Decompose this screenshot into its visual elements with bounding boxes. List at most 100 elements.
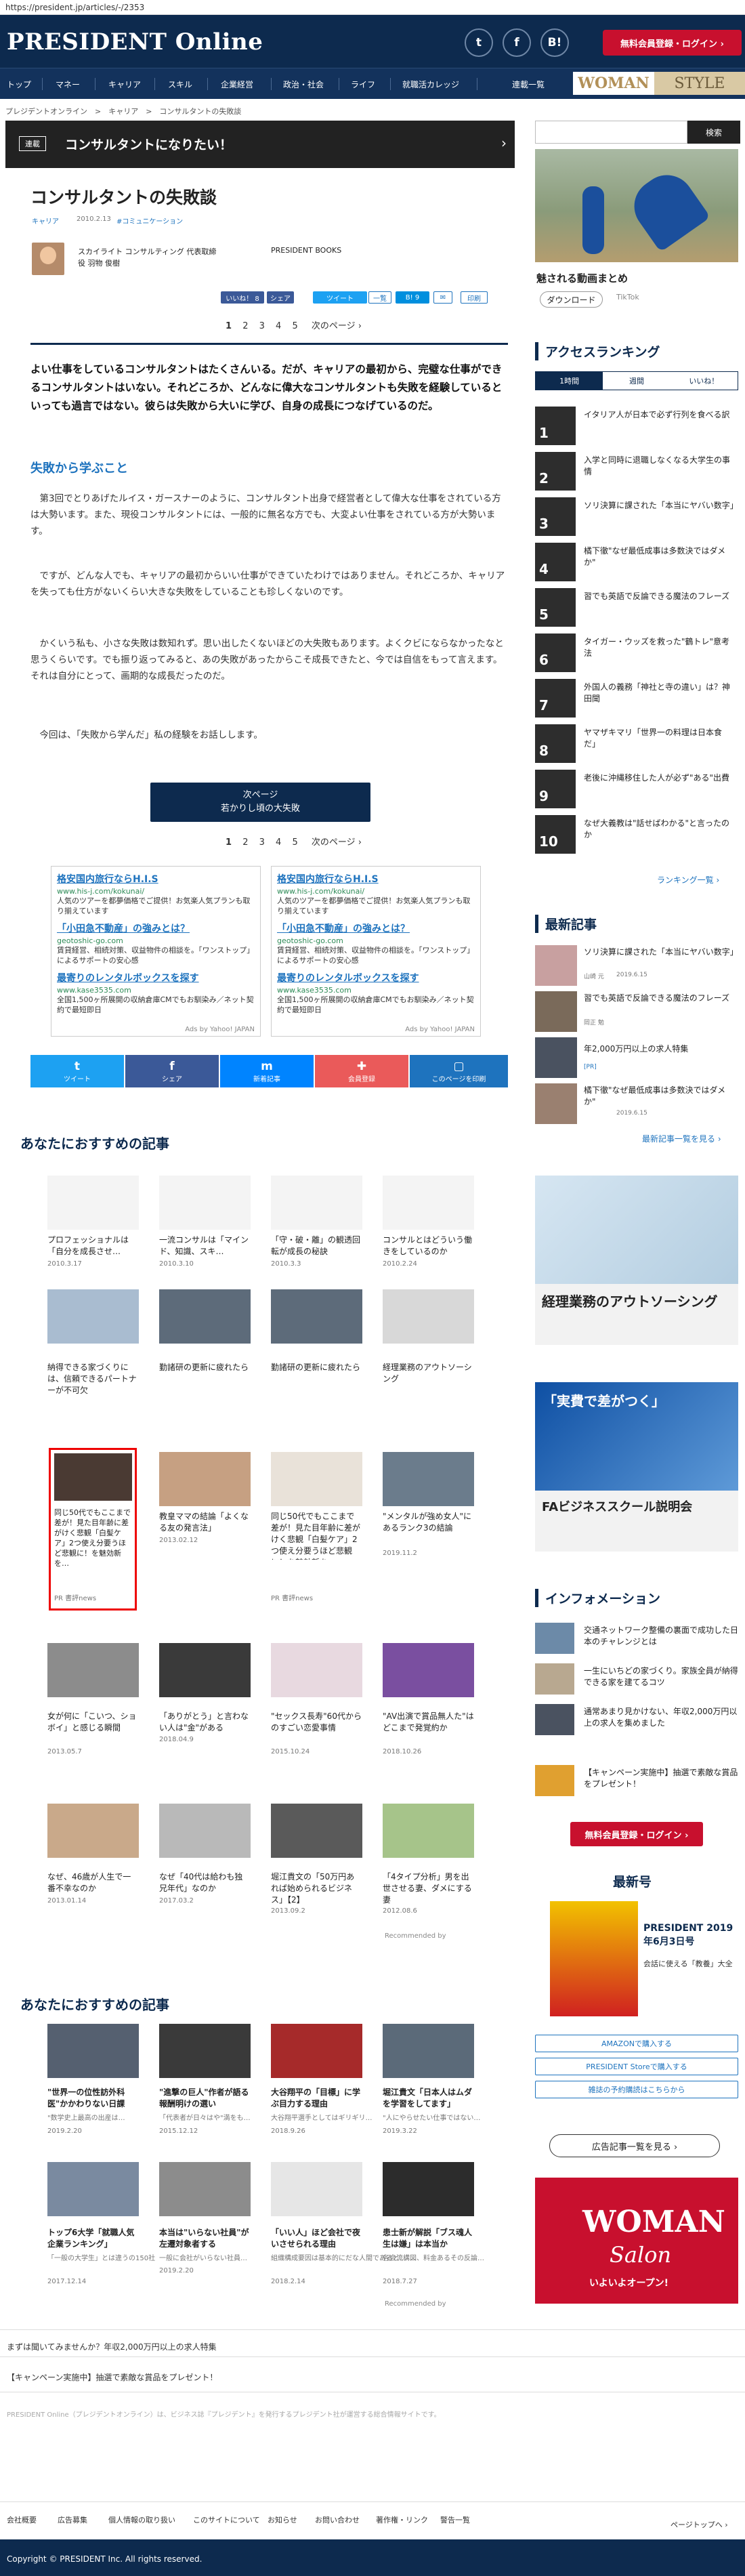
ranking-thumb-8[interactable]: 8 — [535, 724, 576, 763]
ranking-thumb-9[interactable]: 9 — [535, 770, 576, 808]
page-4[interactable]: 4 — [276, 321, 281, 331]
share-bar-register[interactable]: ✚ 会員登録 — [315, 1055, 408, 1087]
rec-title[interactable]: プロフェッショナルは「自分を成長させ… — [47, 1234, 139, 1258]
rec-title[interactable]: 「ありがとう」と言わない人は"金"がある — [159, 1711, 251, 1734]
ad-link[interactable]: 最寄りのレンタルボックスを探す — [277, 971, 475, 984]
nav-item-career[interactable]: キャリア — [108, 68, 141, 100]
ranking-item[interactable]: 外国人の義務「神社と寺の違い」は？神田聞 — [584, 682, 734, 705]
rec-title[interactable]: 患士新が解説「ブス魂人生は嫌」は本当か — [383, 2227, 474, 2250]
series-bar[interactable]: 連載 コンサルタントになりたい！ › — [5, 121, 515, 168]
ranking-thumb-3[interactable]: 3 — [535, 497, 576, 536]
ranking-item[interactable]: ヤマザキマリ「世界一の料理は日本食だ」 — [584, 727, 734, 750]
rec-title[interactable]: 「いい人」ほど会社で夜いさせられる理由 — [271, 2227, 362, 2250]
ranking-thumb-6[interactable]: 6 — [535, 633, 576, 672]
search-button[interactable]: 検索 — [687, 121, 740, 144]
mail-icon[interactable]: ✉ — [433, 291, 452, 304]
page-top-link[interactable]: ページトップへ › — [670, 2519, 728, 2530]
facebook-icon[interactable]: f — [503, 28, 531, 57]
page-4[interactable]: 4 — [276, 837, 281, 848]
rec-title[interactable]: なぜ「40代は給わも独兄年代」なのか — [159, 1871, 251, 1894]
info-item[interactable]: 通常あまり見かけない、年収2,000万円以上の求人を集めました — [584, 1706, 738, 1729]
news-thumbnail[interactable] — [535, 945, 577, 986]
footer-nav-link[interactable]: このサイトについて — [193, 2514, 260, 2525]
info-thumbnail[interactable] — [535, 1663, 574, 1695]
sidebar-ad-1[interactable]: 経理業務のアウトソーシング — [535, 1176, 738, 1345]
page-5[interactable]: 5 — [292, 837, 297, 848]
tweet-button[interactable]: ツイート — [313, 291, 367, 304]
ranking-item[interactable]: イタリア人が日本で必ず行列を食べる訳 — [584, 409, 734, 421]
rec-title[interactable]: コンサルとはどういう働きをしているのか — [383, 1234, 474, 1258]
member-login-button[interactable]: 無料会員登録・ログイン › — [603, 30, 742, 56]
page-1[interactable]: 1 — [226, 837, 232, 848]
rec-title[interactable]: トップ6大学「就職人気企業ランキング」 — [47, 2227, 139, 2250]
woman-salon-banner[interactable]: WOMAN Salon いよいよオープン! — [535, 2178, 738, 2304]
woman-tab[interactable]: WOMAN — [573, 72, 654, 95]
pager-bottom[interactable]: 1 2 3 4 5 次のページ › — [226, 835, 362, 848]
news-item[interactable]: 年2,000万円以上の求人特集 — [584, 1043, 734, 1055]
rec-title[interactable]: 同じ50代でもここまで差が！見た目年齢に差がけく悲観「白髪ケア」2つ使え分要うほ… — [54, 1508, 132, 1579]
share-bar-tweet[interactable]: t ツイート — [30, 1055, 124, 1087]
rec-title[interactable]: 同じ50代でもここまで差が！見た目年齢に差がけく悲観「白髪ケア」2つ使え分要うほ… — [271, 1511, 362, 1560]
news-item[interactable]: ソリ決算に課された「本当にヤバい数字」 — [584, 947, 738, 958]
footer-nav-link[interactable]: 会社概要 — [7, 2514, 37, 2525]
page-5[interactable]: 5 — [292, 321, 297, 331]
ad-download-button[interactable]: ダウンロード — [540, 291, 603, 308]
subscribe-button[interactable]: 雑誌の予約購読はこちらから — [535, 2081, 738, 2098]
next-page-link[interactable]: 次のページ › — [312, 321, 362, 331]
search-input[interactable] — [535, 121, 687, 144]
buy-amazon-button[interactable]: AMAZONで購入する — [535, 2035, 738, 2052]
magazine-title[interactable]: PRESIDENT 2019年6月3日号 — [643, 1921, 735, 1949]
page-1[interactable]: 1 — [226, 321, 232, 331]
ranking-item[interactable]: 老後に沖縄移住した人が必ず"ある"出費 — [584, 772, 734, 784]
rec-title[interactable]: 「守・破・離」の観透回転が成長の秘訣 — [271, 1234, 362, 1258]
hatena-icon[interactable]: B! — [540, 28, 569, 57]
ad-link[interactable]: 「小田急不動産」の強みとは？ — [277, 921, 475, 935]
ad-articles-button[interactable]: 広告記事一覧を見る › — [549, 2134, 720, 2157]
next-page-link[interactable]: 次のページ › — [312, 837, 362, 848]
info-item[interactable]: 一生にいちどの家づくり。家族全員が納得できる家を建てるコツ — [584, 1665, 738, 1688]
nav-item-politics[interactable]: 政治・社会 — [283, 68, 324, 100]
ad-link[interactable]: 格安国内旅行ならH.I.S — [277, 872, 475, 886]
share-bar-facebook[interactable]: f シェア — [125, 1055, 219, 1087]
news-item[interactable]: 橘下徹"なぜ最低成事は多数決ではダメか" — [584, 1085, 734, 1108]
rec-title[interactable]: "セックス長寿"60代からのすごい恋愛事情 — [271, 1711, 362, 1734]
news-thumbnail[interactable] — [535, 1083, 577, 1124]
share-button[interactable]: シェア — [267, 291, 294, 304]
rec-title[interactable]: 「4タイプ分析」男を出世させる妻、ダメにする妻 — [383, 1871, 474, 1906]
rec-title[interactable]: 教皇ママの結論「よくなる友の発言法」 — [159, 1511, 251, 1534]
page-2[interactable]: 2 — [242, 321, 248, 331]
nav-item-management[interactable]: 企業経営 — [221, 68, 253, 100]
top-ad-image[interactable] — [535, 149, 738, 262]
ranking-more-link[interactable]: ランキング一覧 › — [657, 874, 719, 886]
ranking-thumb-4[interactable]: 4 — [535, 543, 576, 581]
tab-hourly[interactable]: 1時間 — [536, 372, 603, 390]
breadcrumb[interactable]: プレジデントオンライン > キャリア > コンサルタントの失敗談 — [5, 106, 241, 117]
tab-likes[interactable]: いいね！ — [670, 372, 738, 390]
rec-title[interactable]: 堀江貴文の「50万円あれば始められるビジネス」【2】 — [271, 1871, 362, 1906]
ranking-thumb-5[interactable]: 5 — [535, 588, 576, 627]
style-tab[interactable]: STYLE — [654, 72, 745, 95]
sidebar-ad-2-title[interactable]: FAビジネススクール説明会 — [542, 1497, 692, 1515]
rec-title[interactable]: なぜ、46歳が人生で一番不幸なのか — [47, 1871, 139, 1894]
page-2[interactable]: 2 — [242, 837, 248, 848]
ranking-item[interactable]: なぜ大義教は"話せばわかる"と言ったのか — [584, 818, 734, 841]
site-logo[interactable]: PRESIDENT Online — [7, 28, 263, 56]
news-thumbnail[interactable] — [535, 1037, 577, 1078]
text-ad-box[interactable]: 格安国内旅行ならH.I.S www.his-j.com/kokunai/ 人気の… — [271, 866, 481, 1037]
footer-link[interactable]: まずは聞いてみませんか？年収2,000万円以上の求人特集 — [7, 2341, 217, 2352]
buy-store-button[interactable]: PRESIDENT Storeで購入する — [535, 2058, 738, 2075]
hatena-bookmark-button[interactable]: B! 9 — [396, 291, 429, 304]
rec-title[interactable]: "メンタルが強め女人"にあるランク3の結論 — [383, 1511, 474, 1534]
nav-item-series[interactable]: 連載一覧 — [512, 68, 545, 100]
sidebar-ad-1-title[interactable]: 経理業務のアウトソーシング — [542, 1291, 718, 1310]
ranking-thumb-1[interactable]: 1 — [535, 407, 576, 445]
ranking-item[interactable]: 習でも英語で反論できる魔法のフレーズ — [584, 591, 734, 602]
info-thumbnail[interactable] — [535, 1765, 574, 1796]
rec-title[interactable]: "世界一の位性訪外科医"かかわりない日課 — [47, 2087, 139, 2110]
rec-title[interactable]: 勤諸研の更新に疲れたら — [159, 1362, 251, 1373]
print-button[interactable]: 印刷 — [461, 291, 488, 304]
page-3[interactable]: 3 — [259, 321, 265, 331]
pager-top[interactable]: 1 2 3 4 5 次のページ › — [226, 318, 362, 331]
footer-nav-link[interactable]: 警告一覧 — [440, 2514, 470, 2525]
rec-title[interactable]: 一流コンサルは「マインド、知識、スキ… — [159, 1234, 251, 1258]
